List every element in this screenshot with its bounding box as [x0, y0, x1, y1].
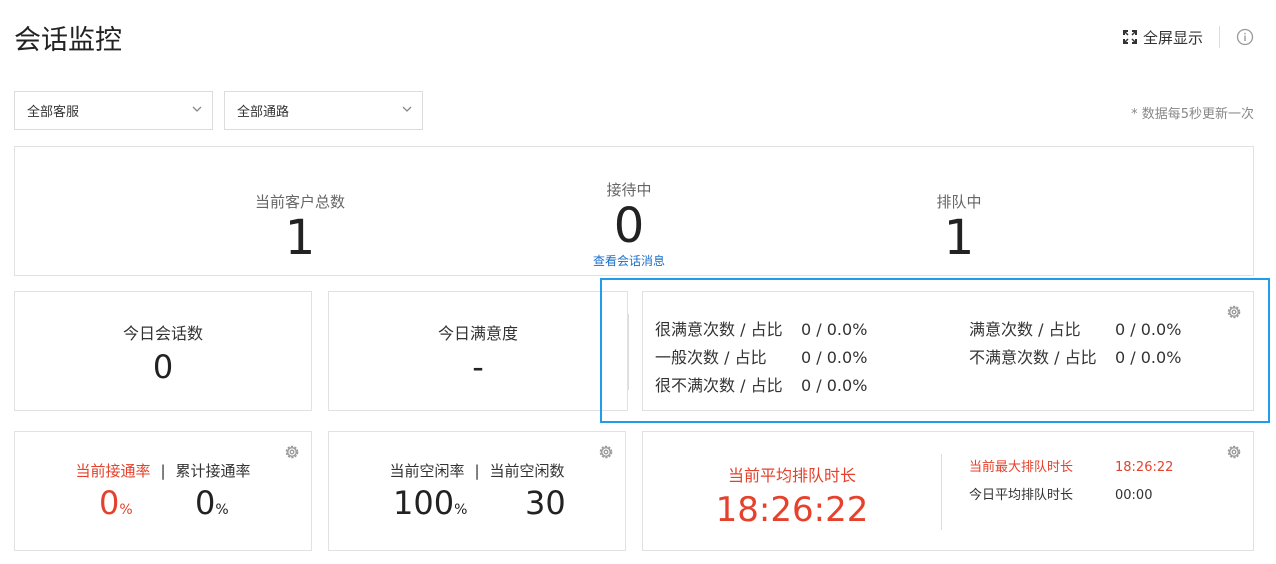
today-sessions-label: 今日会话数 — [122, 324, 203, 343]
current-connect-rate-number: 0 — [99, 484, 120, 522]
percent-unit: % — [215, 502, 229, 518]
idle-card: 当前空闲率 | 当前空闲数 100% 30 — [328, 431, 626, 551]
very-unsatisfied-value: 0 / 0.0% — [801, 376, 868, 395]
connect-rate-labels: 当前接通率 | 累计接通率 — [15, 460, 311, 481]
channel-select[interactable]: 全部通路 — [224, 91, 423, 130]
serving-value: 0 — [613, 198, 645, 254]
idle-rate-label: 当前空闲率 — [389, 462, 465, 480]
agent-select-value: 全部客服 — [27, 105, 80, 120]
queue-label: 排队中 — [936, 193, 982, 211]
total-customers-stat: 当前客户总数 1 — [229, 191, 371, 262]
cumulative-connect-rate-value: 0% — [195, 484, 229, 522]
today-sessions-value: 0 — [152, 348, 174, 386]
gear-icon[interactable] — [597, 443, 615, 461]
very-unsatisfied-row: 很不满次数 / 占比 0 / 0.0% — [655, 372, 867, 396]
idle-count-value: 30 — [525, 484, 566, 522]
idle-rate-value: 100% — [393, 484, 467, 522]
chevron-down-icon — [192, 106, 202, 112]
fullscreen-label: 全屏显示 — [1142, 28, 1203, 47]
very-satisfied-label: 很满意次数 / 占比 — [655, 320, 783, 339]
idle-rate-number: 100 — [393, 484, 455, 522]
unsatisfied-label: 不满意次数 / 占比 — [969, 348, 1097, 367]
today-sessions-card: 今日会话数 0 — [14, 291, 312, 411]
idle-labels: 当前空闲率 | 当前空闲数 — [329, 460, 625, 481]
avg-queue-time-value: 18:26:22 — [715, 490, 869, 530]
separator: | — [474, 462, 480, 480]
today-avg-queue-time-label: 今日平均排队时长 — [969, 488, 1074, 503]
satisfied-label: 满意次数 / 占比 — [969, 320, 1081, 339]
divider — [628, 314, 629, 390]
agent-select[interactable]: 全部客服 — [14, 91, 213, 130]
info-icon[interactable] — [1236, 28, 1254, 46]
neutral-value: 0 / 0.0% — [801, 348, 868, 367]
queue-stat: 排队中 1 — [909, 191, 1009, 262]
today-sessions-stat: 今日会话数 0 — [15, 320, 311, 386]
topbar: 全屏显示 — [1122, 26, 1254, 48]
queue-value: 1 — [943, 210, 975, 266]
queue-time-card: 当前平均排队时长 18:26:22 当前最大排队时长 18:26:22 今日平均排… — [642, 431, 1254, 551]
current-connect-rate-value: 0% — [99, 484, 133, 522]
avg-queue-time-label: 当前平均排队时长 — [727, 466, 856, 485]
avg-queue-time-stat: 当前平均排队时长 18:26:22 — [643, 432, 941, 530]
divider — [1219, 26, 1220, 48]
gear-icon[interactable] — [1225, 303, 1243, 321]
max-queue-time-value: 18:26:22 — [1115, 460, 1174, 475]
refresh-note: * 数据每5秒更新一次 — [1131, 107, 1254, 122]
percent-unit: % — [454, 502, 468, 518]
today-satisfaction-value: - — [472, 348, 484, 386]
very-unsatisfied-label: 很不满次数 / 占比 — [655, 376, 783, 395]
satisfied-row: 满意次数 / 占比 0 / 0.0% — [969, 316, 1181, 340]
very-satisfied-value: 0 / 0.0% — [801, 320, 868, 339]
percent-unit: % — [119, 502, 133, 518]
connect-rate-card: 当前接通率 | 累计接通率 0% 0% — [14, 431, 312, 551]
fullscreen-button[interactable]: 全屏显示 — [1122, 27, 1203, 48]
fullscreen-icon — [1122, 30, 1137, 44]
serving-stat: 接待中 0 查看会话消息 — [569, 179, 689, 269]
divider — [941, 454, 942, 530]
satisfied-value: 0 / 0.0% — [1115, 320, 1182, 339]
serving-label: 接待中 — [606, 181, 652, 199]
today-satisfaction-label: 今日满意度 — [437, 324, 518, 343]
current-connect-rate-label: 当前接通率 — [75, 462, 151, 480]
neutral-row: 一般次数 / 占比 0 / 0.0% — [655, 344, 867, 368]
today-satisfaction-stat: 今日满意度 - — [329, 320, 627, 386]
channel-select-value: 全部通路 — [237, 105, 290, 120]
satisfaction-breakdown-card: 很满意次数 / 占比 0 / 0.0% 一般次数 / 占比 0 / 0.0% 很不满… — [628, 291, 1254, 411]
separator: | — [160, 462, 166, 480]
total-customers-value: 1 — [284, 210, 316, 266]
gear-icon[interactable] — [283, 443, 301, 461]
unsatisfied-value: 0 / 0.0% — [1115, 348, 1182, 367]
today-avg-queue-time-value: 00:00 — [1115, 488, 1153, 503]
gear-icon[interactable] — [1225, 443, 1243, 461]
cumulative-connect-rate-number: 0 — [195, 484, 216, 522]
total-customers-label: 当前客户总数 — [254, 193, 345, 211]
today-avg-queue-time-row: 今日平均排队时长 00:00 — [969, 484, 1152, 503]
max-queue-time-label: 当前最大排队时长 — [969, 460, 1074, 475]
page-title: 会话监控 — [14, 25, 122, 56]
cumulative-connect-rate-label: 累计接通率 — [175, 462, 251, 480]
today-satisfaction-card: 今日满意度 - — [328, 291, 628, 411]
chevron-down-icon — [402, 106, 412, 112]
max-queue-time-row: 当前最大排队时长 18:26:22 — [969, 456, 1173, 475]
view-messages-link[interactable]: 查看会话消息 — [569, 252, 689, 269]
idle-count-label: 当前空闲数 — [489, 462, 565, 480]
neutral-label: 一般次数 / 占比 — [655, 348, 767, 367]
unsatisfied-row: 不满意次数 / 占比 0 / 0.0% — [969, 344, 1181, 368]
summary-card: 当前客户总数 1 接待中 0 查看会话消息 排队中 1 — [14, 146, 1254, 276]
very-satisfied-row: 很满意次数 / 占比 0 / 0.0% — [655, 316, 867, 340]
